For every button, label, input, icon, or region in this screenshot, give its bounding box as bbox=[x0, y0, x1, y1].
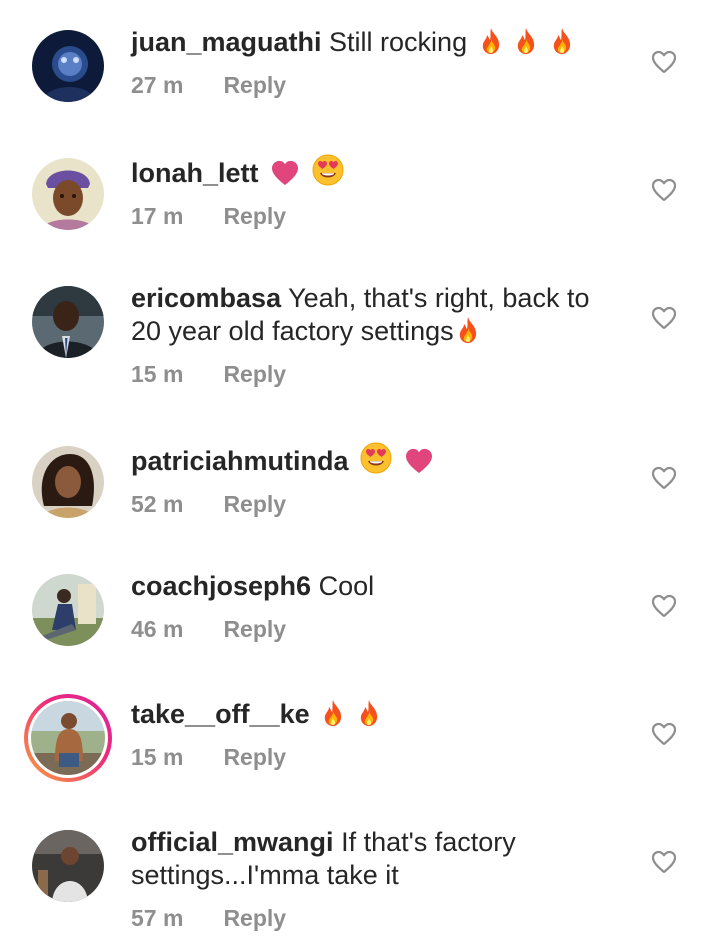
reply-button[interactable]: Reply bbox=[223, 488, 286, 521]
comment-username[interactable]: coachjoseph6 bbox=[131, 571, 311, 601]
comment-text: Cool bbox=[318, 571, 375, 601]
comment-username[interactable]: lonah_lett bbox=[131, 158, 259, 188]
like-heart-icon[interactable] bbox=[651, 850, 677, 874]
comment-text: Yeah, that's right, back to bbox=[288, 283, 590, 313]
heart-emoji bbox=[404, 448, 434, 474]
comment-timestamp: 15 m bbox=[131, 744, 184, 770]
comment-timestamp: 52 m bbox=[131, 491, 184, 517]
avatar[interactable] bbox=[32, 30, 104, 102]
comment-username[interactable]: patriciahmutinda bbox=[131, 446, 349, 476]
reply-button[interactable]: Reply bbox=[223, 741, 286, 774]
avatar[interactable] bbox=[32, 830, 104, 902]
fire-emoji bbox=[550, 27, 574, 55]
reply-button[interactable]: Reply bbox=[223, 200, 286, 233]
avatar bbox=[31, 701, 105, 775]
comment-timestamp: 27 m bbox=[131, 72, 184, 98]
comment-timestamp: 46 m bbox=[131, 616, 184, 642]
comment-username[interactable]: juan_maguathi bbox=[131, 27, 322, 57]
comment-timestamp: 57 m bbox=[131, 905, 184, 931]
like-heart-icon[interactable] bbox=[651, 722, 677, 746]
fire-emoji bbox=[357, 699, 381, 727]
comment-username[interactable]: take__off__ke bbox=[131, 699, 310, 729]
heart-emoji bbox=[270, 160, 300, 186]
avatar[interactable] bbox=[32, 446, 104, 518]
avatar[interactable] bbox=[32, 574, 104, 646]
like-heart-icon[interactable] bbox=[651, 594, 677, 618]
like-heart-icon[interactable] bbox=[651, 178, 677, 202]
fire-emoji bbox=[479, 27, 503, 55]
avatar[interactable] bbox=[32, 286, 104, 358]
fire-emoji bbox=[321, 699, 345, 727]
avatar-story-ring[interactable] bbox=[24, 694, 112, 782]
reply-button[interactable]: Reply bbox=[223, 902, 286, 935]
comment-text: 20 year old factory settings bbox=[131, 316, 454, 346]
comment-text: Still rocking bbox=[329, 27, 468, 57]
reply-button[interactable]: Reply bbox=[223, 358, 286, 391]
comment-timestamp: 17 m bbox=[131, 203, 184, 229]
heart-eyes-emoji bbox=[360, 442, 392, 474]
comment-username[interactable]: official_mwangi bbox=[131, 827, 334, 857]
like-heart-icon[interactable] bbox=[651, 466, 677, 490]
fire-emoji bbox=[456, 316, 480, 344]
avatar[interactable] bbox=[32, 158, 104, 230]
like-heart-icon[interactable] bbox=[651, 50, 677, 74]
fire-emoji bbox=[514, 27, 538, 55]
comment-text: settings...I'mma take it bbox=[131, 860, 399, 890]
comment-text: If that's factory bbox=[341, 827, 516, 857]
reply-button[interactable]: Reply bbox=[223, 69, 286, 102]
comment-username[interactable]: ericombasa bbox=[131, 283, 281, 313]
like-heart-icon[interactable] bbox=[651, 306, 677, 330]
heart-eyes-emoji bbox=[312, 154, 344, 186]
reply-button[interactable]: Reply bbox=[223, 613, 286, 646]
comment-timestamp: 15 m bbox=[131, 361, 184, 387]
